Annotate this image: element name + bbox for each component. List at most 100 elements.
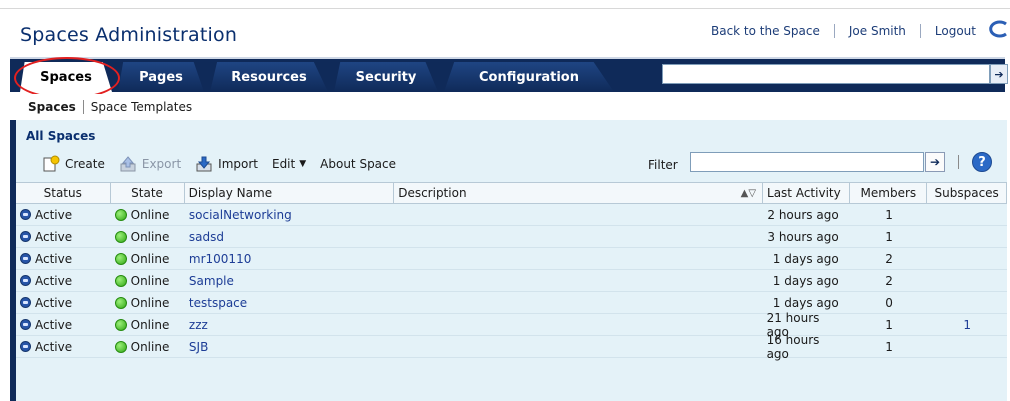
state-text: Online (130, 339, 170, 354)
tab-security[interactable]: Security (334, 62, 438, 92)
tab-configuration[interactable]: Configuration (444, 62, 614, 92)
status-cell: Active (16, 292, 111, 313)
online-status-icon (114, 252, 127, 265)
filter-go-button[interactable]: ➔ (925, 152, 945, 172)
back-to-space-link[interactable]: Back to the Space (711, 24, 820, 38)
description-cell (394, 248, 762, 269)
display-name-cell: Sample (185, 270, 394, 291)
subspaces-cell (927, 204, 1007, 225)
top-divider (0, 8, 1010, 9)
import-button[interactable]: Import (195, 155, 258, 173)
col-header-state[interactable]: State (111, 183, 185, 203)
tab-resources[interactable]: Resources (210, 62, 328, 92)
members-cell: 1 (885, 229, 893, 244)
subspaces-cell (927, 292, 1007, 313)
active-status-icon (20, 253, 31, 264)
table-row[interactable]: Active Online socialNetworking 2 hours a… (16, 204, 1007, 226)
subspaces-cell (927, 226, 1007, 247)
col-header-description[interactable]: Description ▲▽ (394, 183, 764, 203)
description-cell (394, 336, 762, 357)
panel-title: All Spaces (26, 129, 96, 143)
logout-link[interactable]: Logout (935, 24, 976, 38)
members-cell: 2 (885, 273, 893, 288)
state-cell: Online (111, 336, 185, 357)
subtab-spaces[interactable]: Spaces (10, 100, 83, 114)
sub-tab-bar: Spaces Space Templates (10, 94, 1005, 120)
description-header-label: Description (398, 186, 467, 200)
table-row[interactable]: Active Online zzz 21 hours ago 1 1 (16, 311, 1007, 339)
table-row[interactable]: Active Online sadsd 3 hours ago 1 (16, 226, 1007, 248)
last-activity-cell: 3 hours ago (767, 229, 839, 244)
description-cell (394, 292, 762, 313)
col-header-subspaces[interactable]: Subspaces (927, 183, 1007, 203)
state-text: Online (130, 251, 170, 266)
space-name-link[interactable]: mr100110 (189, 252, 251, 266)
status-text: Active (35, 295, 73, 310)
import-icon (196, 156, 212, 172)
page-title: Spaces Administration (20, 24, 238, 46)
display-name-cell: socialNetworking (185, 204, 394, 225)
active-status-icon (20, 341, 31, 352)
status-text: Active (35, 317, 73, 332)
subspaces-cell: 1 (927, 314, 1007, 335)
space-name-link[interactable]: Sample (189, 274, 234, 288)
space-name-link[interactable]: socialNetworking (189, 208, 292, 222)
edit-menu-button[interactable]: Edit ▼ (272, 157, 306, 171)
display-name-cell: sadsd (185, 226, 394, 247)
status-text: Active (35, 273, 73, 288)
members-cell: 0 (885, 295, 893, 310)
create-label: Create (65, 157, 105, 171)
members-cell: 1 (885, 339, 893, 354)
online-status-icon (114, 208, 127, 221)
help-icon[interactable]: ? (972, 152, 992, 172)
subspaces-cell (927, 270, 1007, 291)
about-space-button[interactable]: About Space (320, 157, 396, 171)
create-button[interactable]: Create (42, 155, 105, 173)
state-text: Online (130, 295, 170, 310)
col-header-last-activity[interactable]: Last Activity (763, 183, 851, 203)
link-separator (833, 24, 835, 38)
space-name-link[interactable]: sadsd (189, 230, 224, 244)
last-activity-cell: 2 hours ago (767, 207, 839, 222)
col-header-status[interactable]: Status (16, 183, 111, 203)
global-search-go-button[interactable]: ➔ (990, 64, 1008, 84)
last-activity-cell: 1 days ago (772, 273, 839, 288)
export-button[interactable]: Export (119, 155, 181, 173)
table-row[interactable]: Active Online testspace 1 days ago 0 (16, 292, 1007, 314)
table-row[interactable]: Active Online mr100110 1 days ago 2 (16, 248, 1007, 270)
space-name-link[interactable]: SJB (189, 340, 208, 354)
create-icon (43, 155, 60, 172)
state-text: Online (130, 229, 170, 244)
display-name-cell: SJB (185, 336, 394, 357)
state-text: Online (130, 207, 170, 222)
state-text: Online (130, 317, 170, 332)
subspaces-cell (927, 336, 1007, 357)
about-space-label: About Space (320, 157, 397, 171)
space-name-link[interactable]: zzz (189, 318, 208, 332)
online-status-icon (114, 230, 127, 243)
table-row[interactable]: Active Online SJB 16 hours ago 1 (16, 333, 1007, 361)
import-label: Import (218, 157, 258, 171)
global-links: Back to the Space Joe Smith Logout (711, 24, 976, 38)
status-text: Active (35, 229, 73, 244)
global-search-input[interactable] (662, 64, 990, 84)
col-header-display-name[interactable]: Display Name (185, 183, 395, 203)
table-body: Active Online socialNetworking 2 hours a… (16, 204, 1007, 361)
subtab-space-templates[interactable]: Space Templates (84, 100, 199, 114)
space-name-link[interactable]: testspace (189, 296, 247, 310)
filter-input[interactable] (690, 152, 924, 172)
status-cell: Active (16, 314, 111, 335)
status-text: Active (35, 251, 73, 266)
col-header-members[interactable]: Members (850, 183, 928, 203)
display-name-cell: zzz (185, 314, 394, 335)
user-name-link[interactable]: Joe Smith (849, 24, 906, 38)
sort-arrows-icon[interactable]: ▲▽ (741, 188, 756, 199)
table-row[interactable]: Active Online Sample 1 days ago 2 (16, 270, 1007, 292)
tab-spaces[interactable]: Spaces (20, 62, 112, 92)
subspaces-link[interactable]: 1 (963, 318, 971, 332)
tab-pages[interactable]: Pages (118, 62, 204, 92)
status-cell: Active (16, 336, 111, 357)
state-text: Online (130, 273, 170, 288)
arrow-right-icon: ➔ (929, 155, 941, 169)
status-cell: Active (16, 204, 111, 225)
